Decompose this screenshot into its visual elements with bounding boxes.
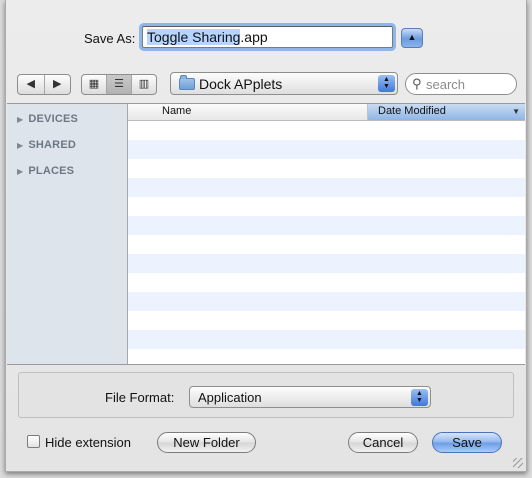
- table-row: [128, 159, 525, 178]
- forward-button[interactable]: ▶: [45, 75, 71, 94]
- sidebar-item-label: DEVICES: [28, 113, 79, 125]
- search-icon: ⚲: [412, 76, 422, 91]
- bottom-button-row: Hide extension New Folder Cancel Save: [6, 430, 526, 456]
- list-view-button[interactable]: ☰: [107, 75, 132, 94]
- filename-extension: .app: [240, 29, 268, 45]
- cancel-button[interactable]: Cancel: [348, 432, 418, 453]
- triangle-up-icon: ▲: [407, 32, 417, 42]
- icon-view-icon: ▦: [88, 78, 100, 90]
- table-row: [128, 235, 525, 254]
- collapse-dialog-button[interactable]: ▲: [401, 28, 423, 48]
- list-view-icon: ☰: [114, 78, 124, 90]
- filename-field[interactable]: Toggle Sharing.app: [142, 26, 393, 48]
- sidebar-item-devices[interactable]: ▶ DEVICES: [17, 113, 78, 125]
- save-as-row: Save As: Toggle Sharing.app ▲: [6, 26, 526, 50]
- date-modified-column-header[interactable]: Date Modified ▼: [368, 104, 525, 120]
- table-row: [128, 292, 525, 311]
- location-label: Dock APplets: [199, 76, 283, 92]
- name-column-label: Name: [162, 105, 192, 117]
- disclosure-triangle-icon: ▶: [17, 141, 24, 150]
- new-folder-button[interactable]: New Folder: [157, 432, 256, 453]
- table-row: [128, 349, 525, 364]
- sidebar-item-label: PLACES: [28, 165, 75, 177]
- file-rows: [128, 121, 525, 364]
- file-format-panel: File Format: Application ▲ ▼: [18, 372, 514, 418]
- save-button[interactable]: Save: [432, 432, 502, 453]
- table-row: [128, 254, 525, 273]
- search-placeholder: search: [426, 77, 466, 92]
- forward-arrow-icon: ▶: [53, 78, 62, 90]
- popup-arrows-icon: ▲ ▼: [378, 75, 395, 92]
- table-row: [128, 216, 525, 235]
- sidebar-item-places[interactable]: ▶ PLACES: [17, 165, 74, 177]
- file-format-popup[interactable]: Application ▲ ▼: [189, 386, 431, 408]
- location-popup[interactable]: Dock APplets ▲ ▼: [170, 72, 398, 95]
- column-view-icon: ▥: [138, 78, 150, 90]
- search-field[interactable]: ⚲ search: [405, 73, 517, 95]
- folder-icon: [179, 75, 195, 90]
- file-format-value: Application: [198, 390, 262, 405]
- table-row: [128, 121, 525, 140]
- save-as-label: Save As:: [84, 31, 136, 46]
- file-browser: ▶ DEVICES ▶ SHARED ▶ PLACES Name Date Modif…: [7, 103, 525, 365]
- resize-grip-icon[interactable]: [513, 458, 523, 468]
- table-row: [128, 197, 525, 216]
- hide-extension-checkbox[interactable]: [27, 435, 40, 448]
- disclosure-triangle-icon: ▶: [17, 115, 24, 124]
- popup-arrows-icon: ▲ ▼: [411, 389, 428, 406]
- column-header-row: Name Date Modified ▼: [128, 104, 525, 121]
- toolbar: ◀ ▶ ▦ ☰ ▥ Dock APplets ▲ ▼ ⚲ search: [6, 72, 526, 96]
- sidebar-item-label: SHARED: [28, 139, 77, 151]
- name-column-header[interactable]: Name: [128, 104, 368, 120]
- back-button[interactable]: ◀: [18, 75, 45, 94]
- column-view-button[interactable]: ▥: [132, 75, 156, 94]
- sidebar-item-shared[interactable]: ▶ SHARED: [17, 139, 76, 151]
- sort-descending-icon: ▼: [512, 107, 520, 116]
- table-row: [128, 273, 525, 292]
- file-list: Name Date Modified ▼: [128, 104, 525, 364]
- disclosure-triangle-icon: ▶: [17, 167, 24, 176]
- table-row: [128, 178, 525, 197]
- view-mode-control: ▦ ☰ ▥: [81, 74, 157, 95]
- icon-view-button[interactable]: ▦: [82, 75, 107, 94]
- table-row: [128, 140, 525, 159]
- back-forward-control: ◀ ▶: [17, 74, 71, 95]
- sidebar: ▶ DEVICES ▶ SHARED ▶ PLACES: [7, 104, 128, 364]
- back-arrow-icon: ◀: [26, 78, 35, 90]
- table-row: [128, 311, 525, 330]
- table-row: [128, 330, 525, 349]
- save-dialog: Save As: Toggle Sharing.app ▲ ◀ ▶ ▦ ☰ ▥ …: [5, 0, 527, 472]
- file-format-label: File Format:: [105, 390, 175, 405]
- filename-selected-text: Toggle Sharing: [147, 29, 241, 45]
- hide-extension-label[interactable]: Hide extension: [45, 435, 131, 450]
- date-modified-column-label: Date Modified: [378, 105, 446, 117]
